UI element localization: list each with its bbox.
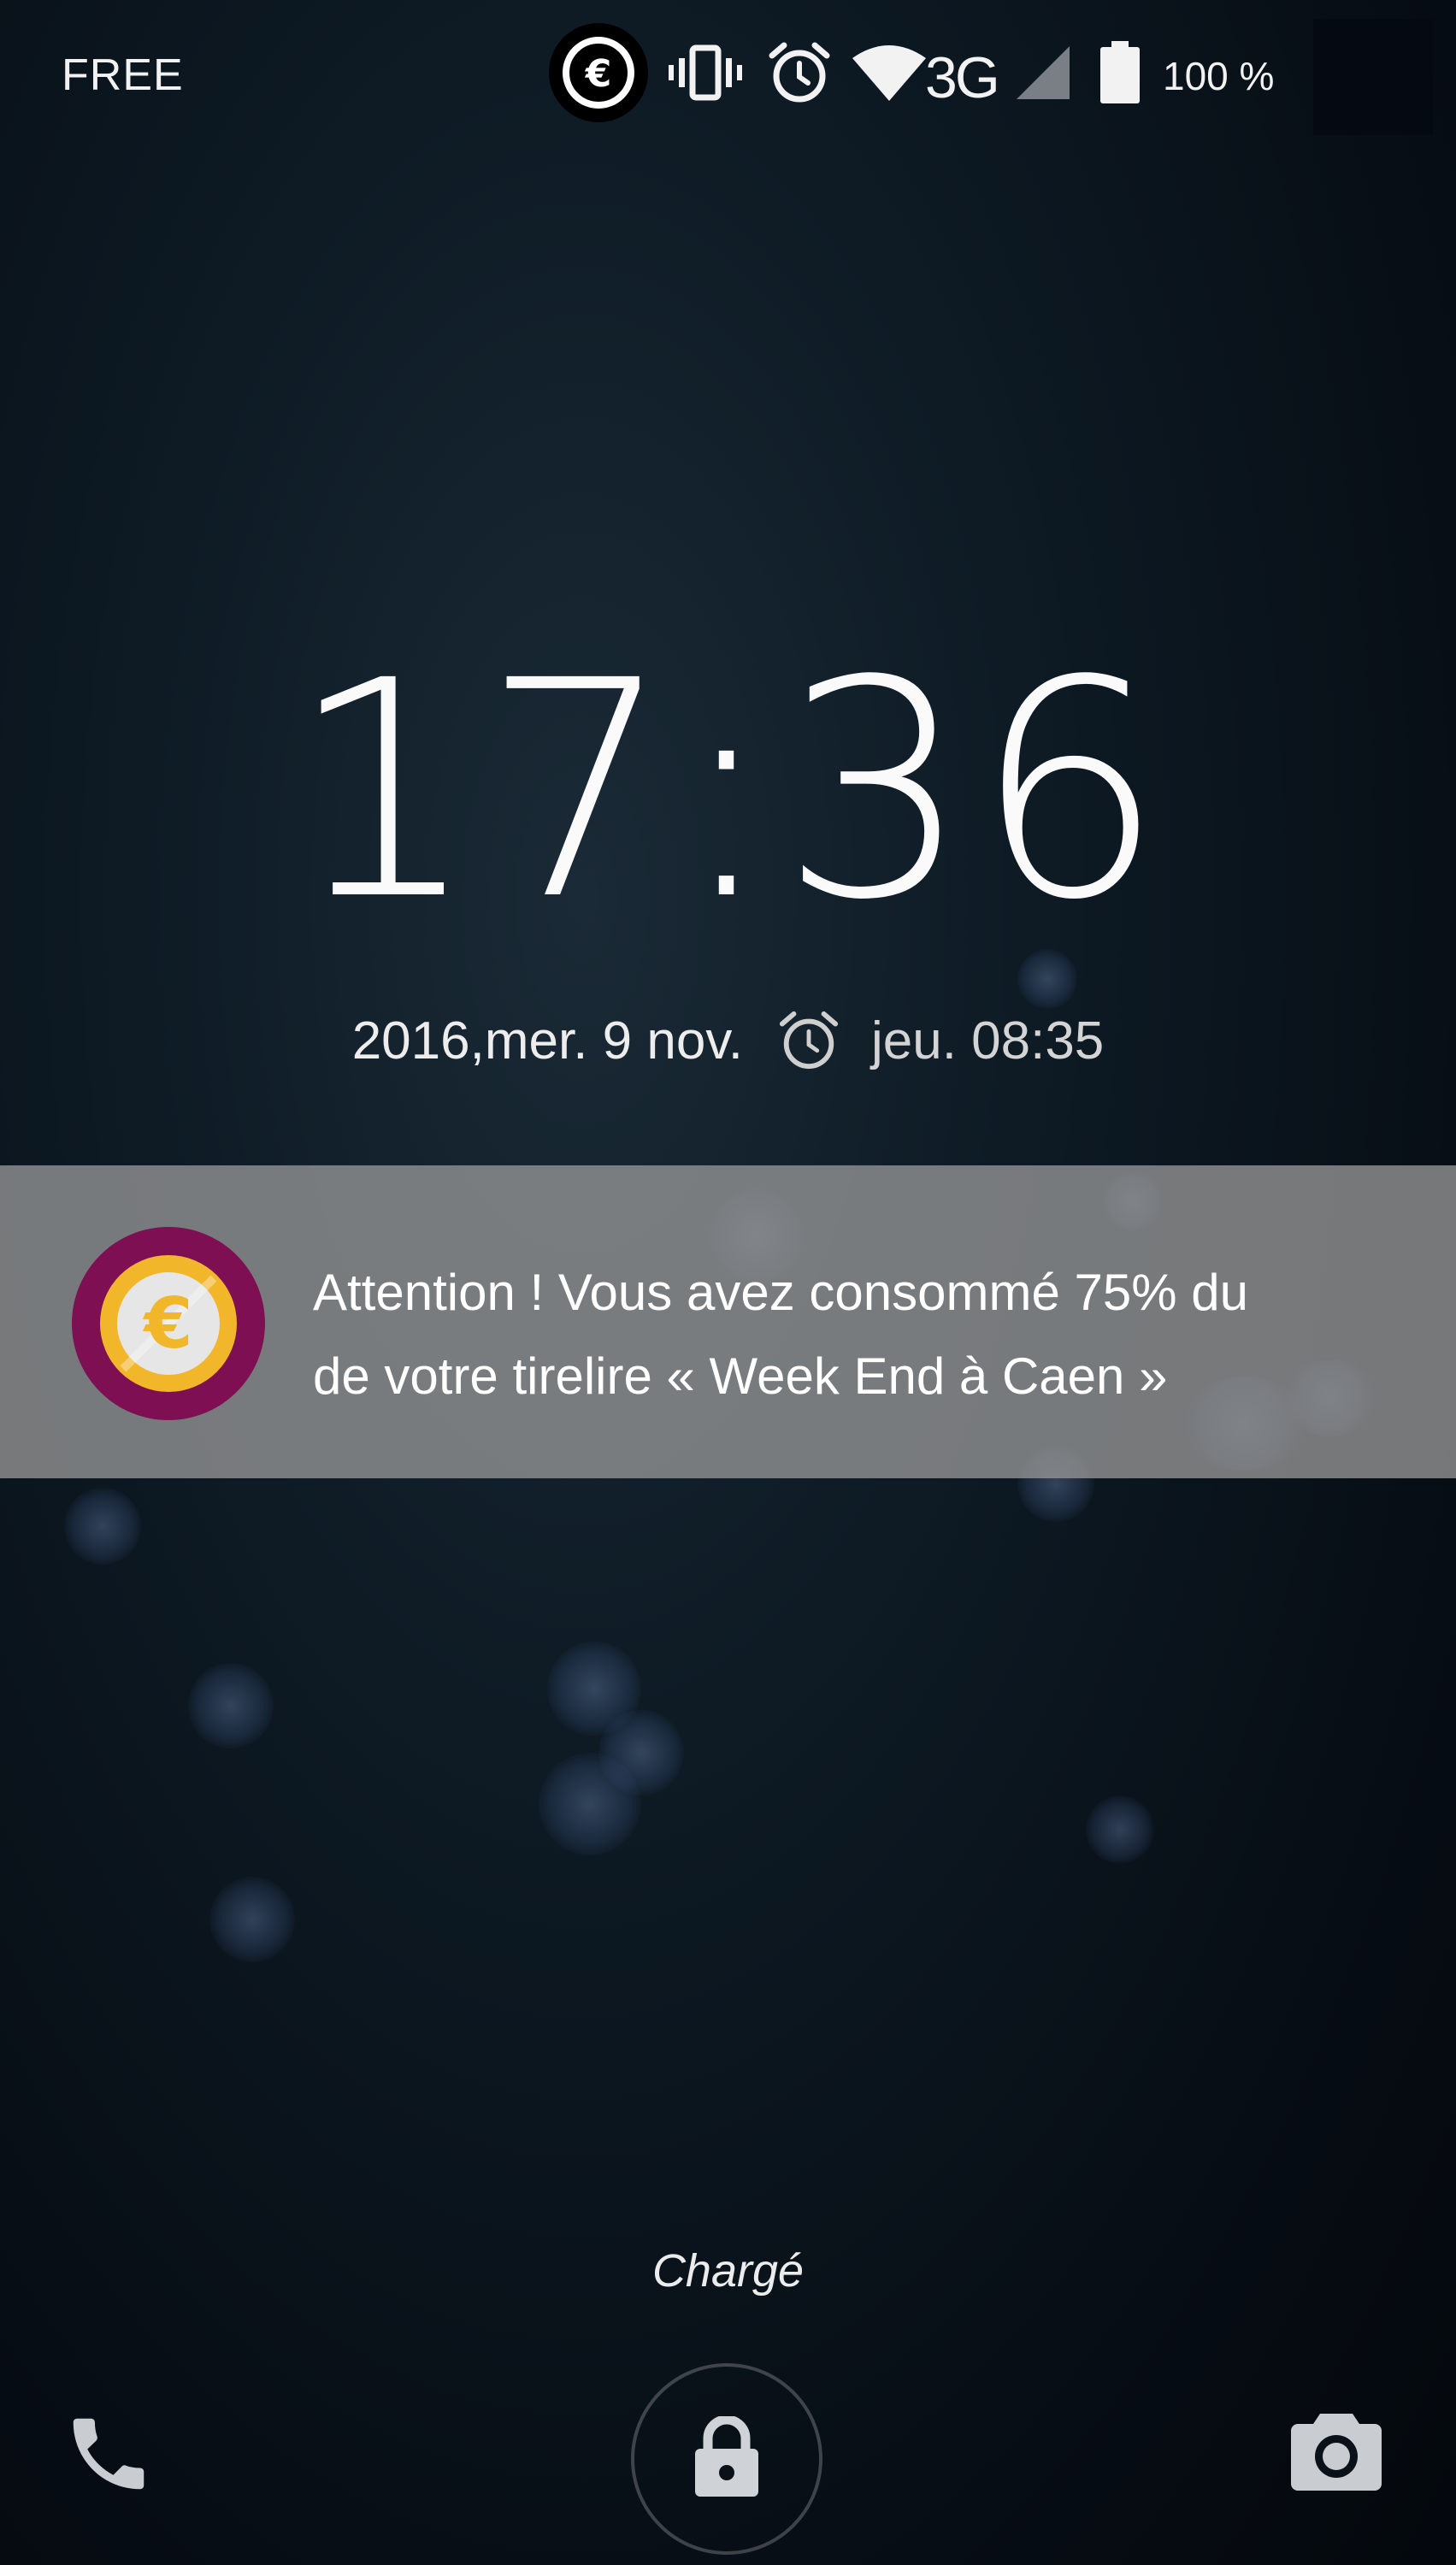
notification-message: Attention ! Vous avez consommé 75% du de… (313, 1251, 1382, 1418)
alarm-clock-icon (777, 1009, 840, 1072)
phone-icon[interactable] (62, 2407, 156, 2501)
bokeh-decoration (539, 1753, 641, 1855)
bokeh-decoration (209, 1877, 295, 1962)
carrier-name: FREE (62, 50, 184, 100)
bokeh-decoration (547, 1642, 641, 1736)
notification-line-1: Attention ! Vous avez consommé 75% du (313, 1264, 1248, 1321)
lock-icon (688, 2415, 765, 2503)
next-alarm-label: jeu. 08:35 (870, 1011, 1105, 1070)
notification-line-2: de votre tirelire « Week End à Caen » (313, 1347, 1168, 1405)
alarm-icon (757, 26, 842, 120)
battery-percent: 100 % (1163, 54, 1275, 98)
vibrate-icon (663, 26, 748, 120)
notification-card[interactable]: € Attention ! Vous avez consommé 75% du … (0, 1165, 1456, 1478)
camera-icon[interactable] (1289, 2407, 1383, 2501)
unlock-button[interactable] (631, 2363, 822, 2555)
charging-status: Chargé (651, 2245, 805, 2297)
bokeh-decoration (1086, 1796, 1154, 1864)
lock-screen-clock: 17:36 (288, 616, 1168, 965)
lock-screen: FREE € 3G 100 % 17:36 2016,mer. 9 nov. j… (0, 0, 1456, 2565)
wifi-icon (851, 26, 928, 120)
svg-text:€: € (142, 1283, 192, 1365)
date-label: 2016,mer. 9 nov. (351, 1011, 743, 1070)
network-type-label: 3G (925, 45, 1000, 110)
bokeh-decoration (598, 1710, 684, 1796)
svg-text:€: € (585, 52, 612, 96)
date-row: 2016,mer. 9 nov. jeu. 08:35 (0, 1009, 1456, 1072)
euro-app-icon: € (547, 23, 650, 122)
bokeh-decoration (64, 1488, 141, 1565)
status-bar: FREE € 3G 100 % (0, 0, 1456, 145)
cellular-signal-icon (1009, 26, 1077, 120)
status-bar-corner (1313, 19, 1433, 135)
euro-coin-icon: € (72, 1227, 265, 1420)
bokeh-decoration (188, 1663, 274, 1748)
battery-icon (1094, 26, 1146, 120)
